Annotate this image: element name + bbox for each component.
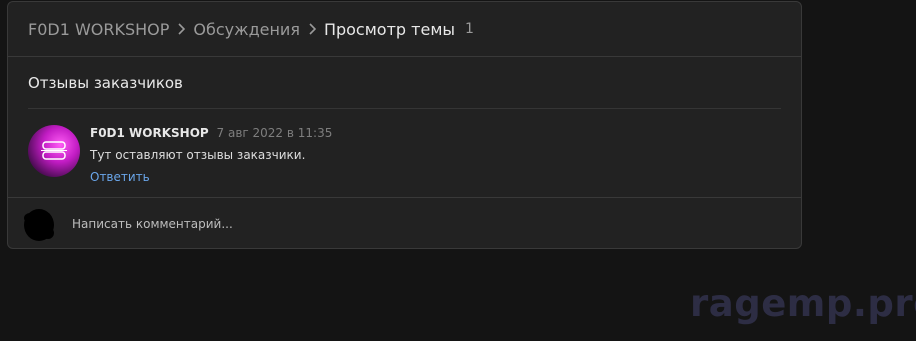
topic-title: Отзывы заказчиков [28,74,183,92]
breadcrumb-item-group[interactable]: F0D1 WORKSHOP [28,20,169,39]
post-meta: F0D1 WORKSHOP 7 авг 2022 в 11:35 [90,126,332,140]
chevron-right-icon [169,23,193,35]
comment-input[interactable] [72,212,772,236]
divider [28,108,781,109]
author-name[interactable]: F0D1 WORKSHOP [90,126,209,140]
breadcrumb-item-discussions[interactable]: Обсуждения [193,20,300,39]
user-avatar[interactable] [22,208,56,242]
breadcrumb-item-current: Просмотр темы [323,19,456,39]
post-text: Тут оставляют отзывы заказчики. [90,148,306,162]
chevron-right-icon [300,23,324,35]
f0d1-logo-icon [41,141,67,160]
author-avatar[interactable] [28,125,80,177]
reply-link[interactable]: Ответить [90,170,150,184]
watermark: ragemp.pro [690,282,916,325]
post-date: 7 авг 2022 в 11:35 [216,126,333,140]
comment-box [8,197,801,248]
topic-count: 1 [465,21,474,37]
breadcrumb: F0D1 WORKSHOP Обсуждения Просмотр темы 1 [8,2,801,57]
discussion-card: F0D1 WORKSHOP Обсуждения Просмотр темы 1… [7,1,802,249]
user-silhouette-icon [24,209,54,241]
